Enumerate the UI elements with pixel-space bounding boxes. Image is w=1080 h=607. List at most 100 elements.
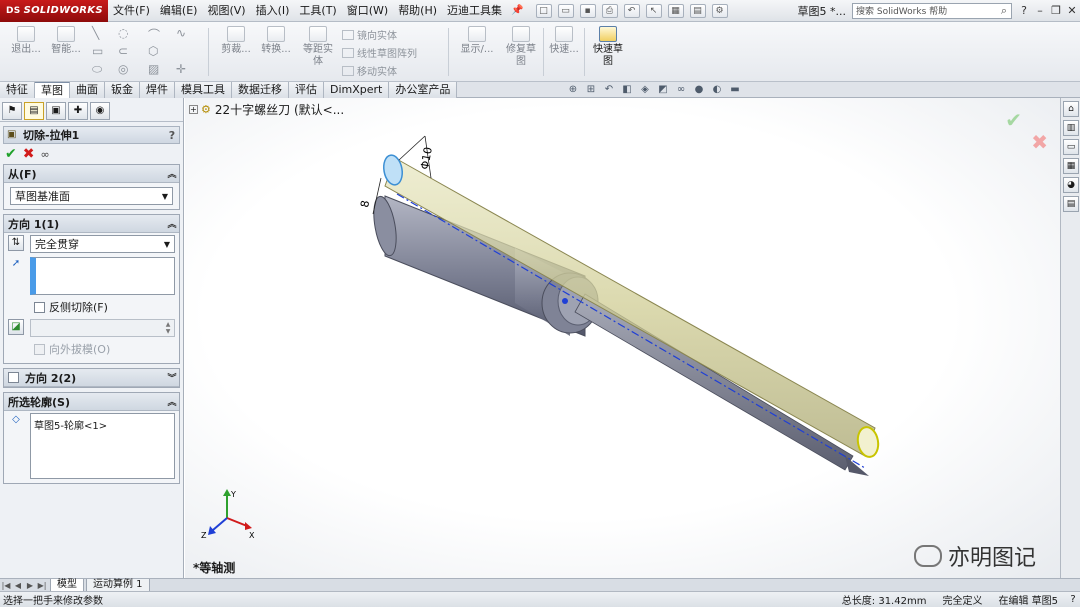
collapse-chevron-icon[interactable]: ︽ bbox=[165, 167, 179, 180]
tab-office-products[interactable]: 办公室产品 bbox=[389, 82, 458, 98]
prev-tab-icon[interactable]: ◀ bbox=[12, 581, 24, 590]
circle-icon[interactable]: ◌ bbox=[118, 26, 128, 40]
dimension-diameter[interactable]: Φ10 bbox=[418, 146, 435, 171]
help-question-icon[interactable]: ? bbox=[165, 129, 179, 142]
select-icon[interactable]: ↖ bbox=[645, 3, 662, 18]
new-doc-icon[interactable]: □ bbox=[535, 3, 552, 18]
reverse-direction-icon[interactable]: ⇅ bbox=[8, 235, 24, 251]
restore-icon[interactable]: ❐ bbox=[1048, 3, 1064, 19]
collapse-chevron-icon[interactable]: ︽ bbox=[165, 217, 179, 230]
move-entities-button[interactable]: 移动实体 bbox=[342, 63, 397, 78]
draft-on-off-icon[interactable]: ◪ bbox=[8, 319, 24, 335]
help-icon[interactable]: ? bbox=[1016, 3, 1032, 19]
flip-side-cut-row[interactable]: 反侧切除(F) bbox=[4, 297, 179, 317]
arc-icon[interactable]: ⌒ bbox=[148, 26, 160, 43]
view-palette-icon[interactable]: ▦ bbox=[1063, 158, 1079, 174]
plane-icon[interactable]: ▨ bbox=[148, 62, 159, 76]
ellipse-icon[interactable]: ⬭ bbox=[92, 62, 102, 77]
tab-dimxpert[interactable]: DimXpert bbox=[324, 82, 390, 98]
appearances-icon[interactable]: ◕ bbox=[1063, 177, 1079, 193]
start-condition-select[interactable]: 草图基准面 ▼ bbox=[10, 187, 173, 205]
direction-vector-selection[interactable] bbox=[30, 257, 175, 295]
rebuild-icon[interactable]: ▦ bbox=[667, 3, 684, 18]
smart-dimension-button[interactable]: 智能... bbox=[48, 26, 84, 56]
file-explorer-icon[interactable]: ▭ bbox=[1063, 139, 1079, 155]
search-icon[interactable]: ⌕ bbox=[997, 4, 1011, 18]
offset-entities-button[interactable]: 等距实 体 bbox=[298, 26, 338, 68]
exit-sketch-button[interactable]: 退出... bbox=[8, 26, 44, 56]
confirmation-corner-ok-icon[interactable]: ✔ bbox=[1005, 108, 1022, 132]
display-manager-tab-icon[interactable]: ◉ bbox=[90, 102, 110, 120]
polygon-icon[interactable]: ⬡ bbox=[148, 44, 158, 58]
tab-model[interactable]: 模型 bbox=[50, 578, 84, 592]
display-style-icon[interactable]: ◩ bbox=[656, 84, 670, 96]
direction2-checkbox[interactable] bbox=[8, 372, 19, 383]
collapse-chevron-icon[interactable]: ︽ bbox=[165, 395, 179, 408]
pin-menu-icon[interactable]: 📌 bbox=[507, 5, 527, 16]
menu-view[interactable]: 视图(V) bbox=[202, 0, 250, 22]
zoom-to-fit-icon[interactable]: ⊕ bbox=[566, 84, 580, 96]
display-relations-button[interactable]: 显示/... bbox=[456, 26, 498, 56]
view-orientation-icon[interactable]: ◈ bbox=[638, 84, 652, 96]
edit-appearance-icon[interactable]: ● bbox=[692, 84, 706, 96]
design-library-icon[interactable]: ▥ bbox=[1063, 120, 1079, 136]
dimxpert-manager-tab-icon[interactable]: ✚ bbox=[68, 102, 88, 120]
last-tab-icon[interactable]: ▶| bbox=[36, 581, 48, 590]
dimension-offset[interactable]: 8 bbox=[358, 199, 372, 208]
close-icon[interactable]: ✕ bbox=[1064, 3, 1080, 19]
dropdown-arrow-icon[interactable]: ▼ bbox=[158, 192, 172, 201]
menu-help[interactable]: 帮助(H) bbox=[393, 0, 442, 22]
tab-sheet-metal[interactable]: 钣金 bbox=[105, 82, 140, 98]
first-tab-icon[interactable]: |◀ bbox=[0, 581, 12, 590]
repair-sketch-button[interactable]: 修复草 图 bbox=[502, 26, 540, 68]
selected-contours-header[interactable]: 所选轮廓(S) ︽ bbox=[4, 393, 179, 411]
rectangle-icon[interactable]: ▭ bbox=[92, 44, 103, 58]
menu-window[interactable]: 窗口(W) bbox=[342, 0, 393, 22]
minimize-icon[interactable]: – bbox=[1032, 3, 1048, 19]
options-icon[interactable]: ⚙ bbox=[711, 3, 728, 18]
hide-show-items-icon[interactable]: ∞ bbox=[674, 84, 688, 96]
linear-pattern-button[interactable]: 线性草图阵列 bbox=[342, 45, 417, 60]
tab-mold-tools[interactable]: 模具工具 bbox=[175, 82, 232, 98]
ok-check-icon[interactable]: ✔ bbox=[5, 146, 17, 162]
next-tab-icon[interactable]: ▶ bbox=[24, 581, 36, 590]
tab-surfaces[interactable]: 曲面 bbox=[70, 82, 105, 98]
tab-sketch[interactable]: 草图 bbox=[35, 82, 70, 98]
from-group-header[interactable]: 从(F) ︽ bbox=[4, 165, 179, 183]
tab-motion-study[interactable]: 运动算例 1 bbox=[86, 578, 150, 592]
property-manager-tab-icon[interactable]: ▤ bbox=[24, 102, 44, 120]
undo-icon[interactable]: ↶ bbox=[623, 3, 640, 18]
spline-icon[interactable]: ∿ bbox=[176, 26, 186, 40]
quick-snaps-button[interactable]: 快速... bbox=[546, 26, 582, 56]
confirmation-corner-cancel-icon[interactable]: ✖ bbox=[1031, 130, 1048, 154]
trim-entities-button[interactable]: 剪裁... bbox=[218, 26, 254, 56]
menu-edit[interactable]: 编辑(E) bbox=[155, 0, 203, 22]
direction2-group-header[interactable]: 方向 2(2) ︾ bbox=[4, 369, 179, 387]
contours-list[interactable]: 草图5-轮廓<1> bbox=[30, 413, 175, 479]
convert-entities-button[interactable]: 转换... bbox=[258, 26, 294, 56]
solidworks-logo[interactable]: DS SOLIDWORKS bbox=[0, 0, 108, 22]
menu-maidi-tools[interactable]: 迈迪工具集 bbox=[442, 0, 507, 22]
section-view-icon[interactable]: ◧ bbox=[620, 84, 634, 96]
feature-tree-flyout[interactable]: + ⚙ 22十字螺丝刀 (默认<... bbox=[189, 101, 344, 118]
feature-manager-tab-icon[interactable]: ⚑ bbox=[2, 102, 22, 120]
slot-icon[interactable]: ⊂ bbox=[118, 44, 128, 58]
flip-side-cut-checkbox[interactable] bbox=[34, 301, 45, 313]
line-icon[interactable]: ╲ bbox=[92, 26, 99, 40]
rapid-sketch-button[interactable]: 快速草 图 bbox=[588, 26, 628, 68]
configuration-manager-tab-icon[interactable]: ▣ bbox=[46, 102, 66, 120]
solidworks-resources-icon[interactable]: ⌂ bbox=[1063, 101, 1079, 117]
previous-view-icon[interactable]: ↶ bbox=[602, 84, 616, 96]
menu-insert[interactable]: 插入(I) bbox=[251, 0, 295, 22]
expand-tree-icon[interactable]: + bbox=[189, 105, 198, 114]
end-condition-select[interactable]: 完全贯穿 ▼ bbox=[30, 235, 175, 253]
tab-data-migration[interactable]: 数据迁移 bbox=[232, 82, 289, 98]
custom-properties-icon[interactable]: ▤ bbox=[1063, 196, 1079, 212]
help-search-input[interactable]: 搜索 SolidWorks 帮助 ⌕ bbox=[852, 2, 1012, 19]
cancel-x-icon[interactable]: ✖ bbox=[23, 146, 35, 162]
point-icon[interactable]: ✛ bbox=[176, 62, 186, 76]
menu-tools[interactable]: 工具(T) bbox=[294, 0, 341, 22]
save-icon[interactable]: ▪ bbox=[579, 3, 596, 18]
tab-features[interactable]: 特征 bbox=[0, 82, 35, 98]
direction1-group-header[interactable]: 方向 1(1) ︽ bbox=[4, 215, 179, 233]
